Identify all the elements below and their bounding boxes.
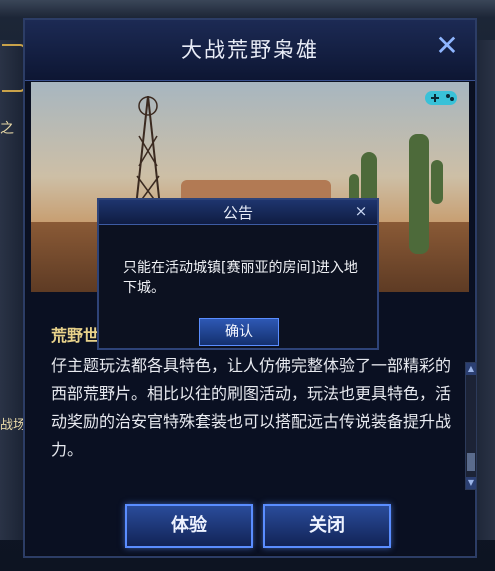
notice-title: 公告 bbox=[222, 204, 253, 222]
description-scrollbar[interactable]: ▲ ▼ bbox=[465, 362, 477, 490]
scroll-down-icon[interactable]: ▼ bbox=[466, 477, 476, 489]
notice-dialog: 公告 × 只能在活动城镇[赛丽亚的房间]进入地下城。 确认 bbox=[97, 198, 379, 350]
notice-close-icon[interactable]: × bbox=[353, 202, 369, 220]
notice-confirm-button[interactable]: 确认 bbox=[199, 318, 279, 346]
close-icon[interactable]: ✕ bbox=[433, 32, 461, 60]
cactus-2 bbox=[409, 134, 429, 254]
notice-message: 只能在活动城镇[赛丽亚的房间]进入地下城。 bbox=[123, 260, 358, 296]
background-left-text: 之 bbox=[0, 121, 14, 137]
close-button[interactable]: 关闭 bbox=[263, 504, 391, 548]
event-description: 仔主题玩法都各具特色，让人仿佛完整体验了一部精彩的西部荒野片。相比以往的刷图活动… bbox=[51, 356, 452, 459]
modal-title: 大战荒野枭雄 bbox=[181, 38, 319, 62]
background-top-banner bbox=[0, 0, 495, 18]
notice-title-bar: 公告 × bbox=[99, 200, 377, 225]
modal-title-bar: 大战荒野枭雄 ✕ bbox=[25, 20, 475, 81]
gamepad-icon bbox=[425, 91, 457, 105]
cactus-2-arm bbox=[431, 160, 443, 204]
scroll-thumb[interactable] bbox=[467, 453, 475, 471]
scroll-up-icon[interactable]: ▲ bbox=[466, 363, 476, 375]
experience-button[interactable]: 体验 bbox=[125, 504, 253, 548]
